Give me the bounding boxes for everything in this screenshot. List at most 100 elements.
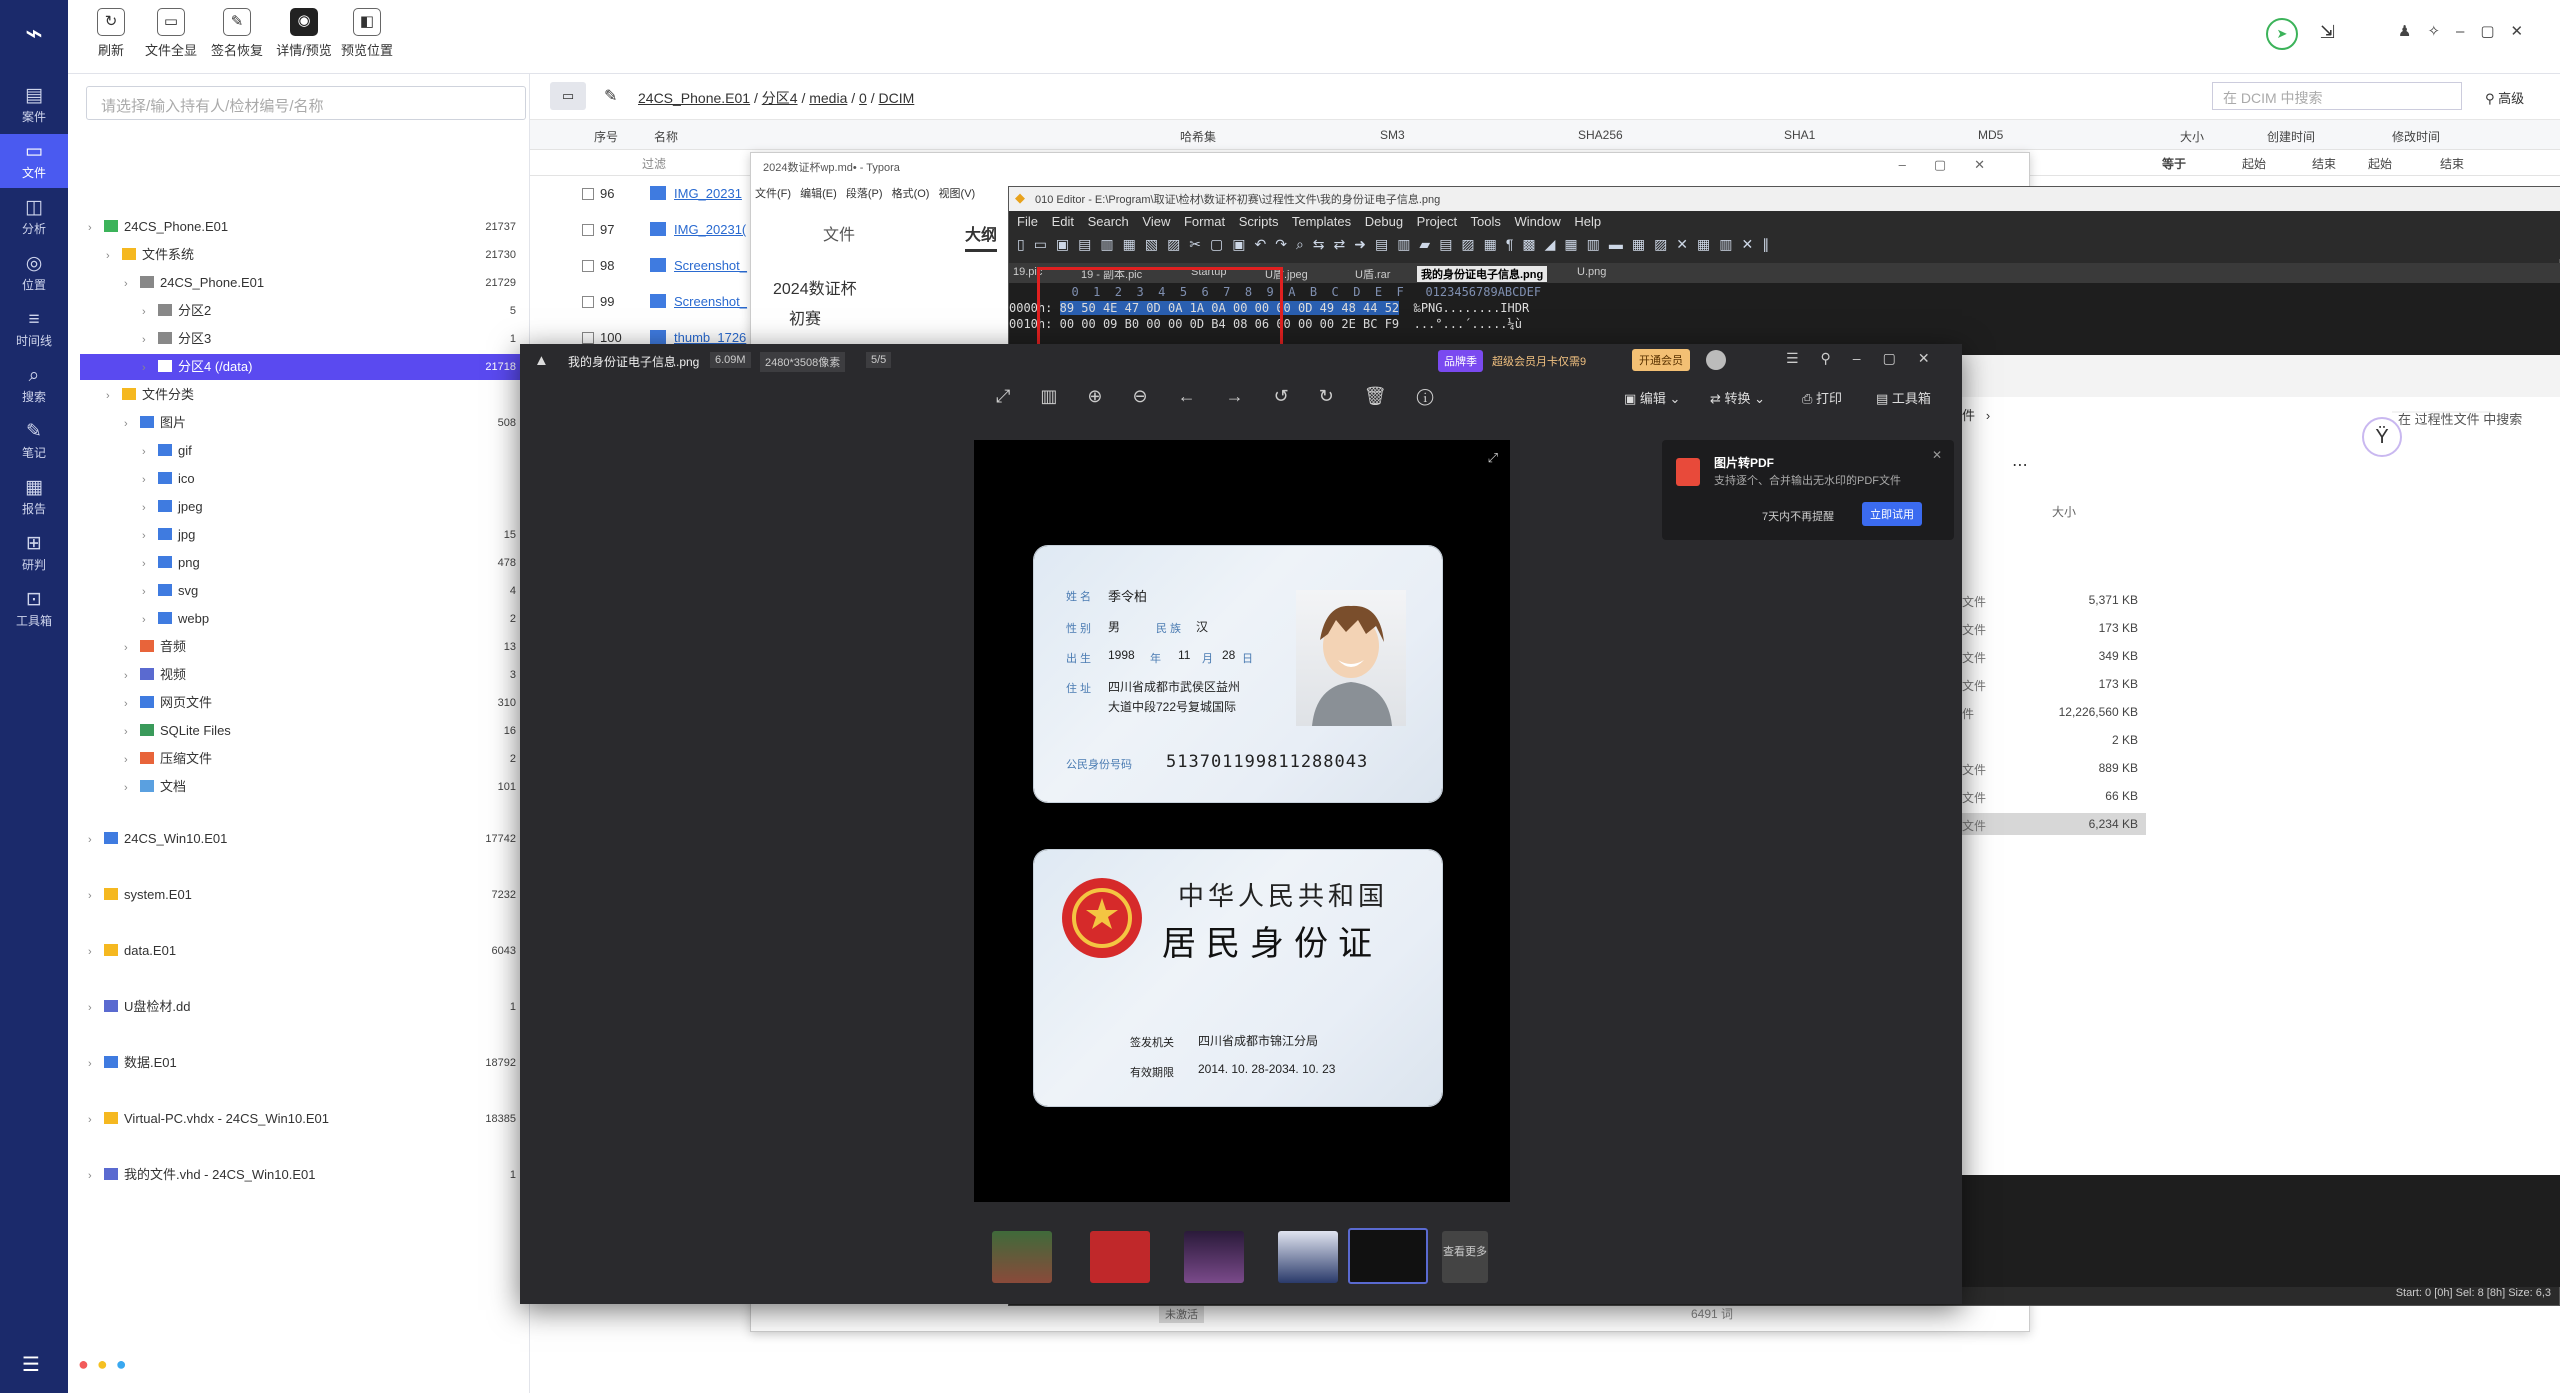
row-name[interactable]: Screenshot_ [674,258,747,273]
advanced-search-button[interactable]: ⚲ 高级 [2485,88,2524,107]
promo-text[interactable]: 超级会员月卡仅需9 [1492,353,1586,369]
evidence-root[interactable]: › system.E01 7232 [80,882,526,908]
export-icon[interactable]: ⇲ [2320,22,2335,43]
col-name[interactable]: 名称 [654,128,678,145]
crumb-0[interactable]: 24CS_Phone.E01 [638,90,750,106]
edit-icon[interactable]: ✎ [604,86,617,106]
chevron-icon[interactable]: › [124,411,140,437]
chevron-icon[interactable]: › [142,579,158,605]
col-created[interactable]: 创建时间 [2267,128,2315,145]
chevron-icon[interactable]: › [88,1051,104,1077]
holder-search-input[interactable]: 请选择/输入持有人/检材编号/名称 [86,86,526,120]
send-icon[interactable]: ➤ [2266,18,2298,50]
explorer-row[interactable]: 文件 349 KB [1962,645,2146,667]
nav-report[interactable]: ▦ 报告 [0,470,68,524]
nav-note[interactable]: ✎ 笔记 [0,414,68,468]
menu-item[interactable]: Tools [1471,214,1515,229]
chevron-icon[interactable]: › [142,355,158,381]
chevron-icon[interactable]: › [88,215,104,241]
nav-search[interactable]: ⌕ 搜索 [0,358,68,412]
chevron-icon[interactable]: › [142,439,158,465]
chevron-icon[interactable]: › [124,747,140,773]
menu-item[interactable]: Search [1088,214,1143,229]
tree-node[interactable]: › svg 4 [80,578,526,604]
nav-case[interactable]: ▤ 案件 [0,78,68,132]
chevron-icon[interactable]: › [142,495,158,521]
menu-item[interactable]: Edit [1052,214,1088,229]
row-checkbox[interactable] [582,332,594,344]
nav-toolbox[interactable]: ⊡ 工具箱 [0,582,68,636]
window-controls[interactable]: ♟✧–▢✕ [2398,22,2539,40]
row-checkbox[interactable] [582,224,594,236]
modified-end-input[interactable]: 结束 [2440,155,2464,172]
menu-item[interactable]: File [1017,214,1052,229]
thumbnail[interactable] [1090,1231,1150,1283]
explorer-row[interactable]: 文件 66 KB [1962,785,2146,807]
outline-item[interactable]: 2024数证杯 [773,275,857,299]
chevron-icon[interactable]: › [142,551,158,577]
chevron-icon[interactable]: › [124,719,140,745]
row-name[interactable]: thumb_1726 [674,330,746,345]
chevron-icon[interactable]: › [88,995,104,1021]
nav-location[interactable]: ◎ 位置 [0,246,68,300]
col-sha256[interactable]: SHA256 [1578,128,1623,142]
row-name[interactable]: Screenshot_ [674,294,747,309]
010-toolbar-icons[interactable]: ▯▭▣▤▥▦▧▨✂▢▣↶↷⌕⇆⇄➜▤▥▰▤▨▦¶▩◢▦▥▬▦▨✕▦▥✕∥ [1009,233,2560,259]
menu-item[interactable]: Debug [1365,214,1417,229]
chevron-icon[interactable]: › [142,299,158,325]
explorer-row[interactable]: 2 KB [1962,729,2146,751]
explorer-search-input[interactable]: 在 过程性文件 中搜索 [2398,409,2522,428]
row-checkbox[interactable] [582,296,594,308]
tree-node[interactable]: › 分区3 1 [80,326,526,352]
editor-tab[interactable]: U盾.rar [1355,266,1390,282]
explorer-row[interactable]: 文件 889 KB [1962,757,2146,779]
thumbnail[interactable] [992,1231,1052,1283]
crumb-4[interactable]: DCIM [879,90,915,106]
tree-node[interactable]: › 24CS_Phone.E01 21737 [80,214,526,240]
chevron-icon[interactable]: › [124,663,140,689]
tree-node[interactable]: › ico [80,466,526,492]
explorer-row[interactable]: 文件 173 KB [1962,673,2146,695]
menu-paragraph[interactable]: 段落(P) [846,188,883,200]
chevron-icon[interactable]: › [106,383,122,409]
viewer-tool-icons[interactable]: ⤢▥⊕⊖←→↺↻🗑ⓘ [996,386,1463,407]
chevron-icon[interactable]: › [124,691,140,717]
table-row[interactable]: 99 Screenshot_ [530,288,750,318]
tree-node[interactable]: › 压缩文件 2 [80,746,526,772]
created-start-input[interactable]: 起始 [2242,155,2266,172]
menu-item[interactable]: View [1142,214,1184,229]
thumbnail[interactable] [1184,1231,1244,1283]
convert-button[interactable]: ⇄ 转换 ⌄ [1710,388,1765,407]
explorer-nav[interactable]: 件 › [1962,405,1990,424]
menu-item[interactable]: Window [1514,214,1574,229]
tree-node[interactable]: › 分区2 5 [80,298,526,324]
menu-edit[interactable]: 编辑(E) [800,188,837,200]
assistant-icon[interactable]: Ÿ [2362,417,2402,457]
tree-node[interactable]: › 文档 101 [80,774,526,800]
nav-analysis[interactable]: ◫ 分析 [0,190,68,244]
nav-judge[interactable]: ⊞ 研判 [0,526,68,580]
menu-format[interactable]: 格式(O) [892,188,930,200]
evidence-root[interactable]: › 24CS_Win10.E01 17742 [80,826,526,852]
crumb-2[interactable]: media [809,90,847,106]
evidence-root[interactable]: › 数据.E01 18792 [80,1050,526,1076]
signature-restore-button[interactable]: ✎ 签名恢复 [206,8,268,68]
evidence-root[interactable]: › 我的文件.vhd - 24CS_Win10.E01 1 [80,1162,526,1188]
tree-node[interactable]: › SQLite Files 16 [80,718,526,744]
tree-node[interactable]: › 音频 13 [80,634,526,660]
modified-start-input[interactable]: 起始 [2368,155,2392,172]
chevron-icon[interactable]: › [142,523,158,549]
tree-node[interactable]: › webp 2 [80,606,526,632]
tree-node[interactable]: › 图片 508 [80,410,526,436]
nav-timeline[interactable]: ≡ 时间线 [0,302,68,356]
tree-node[interactable]: › gif [80,438,526,464]
menu-view[interactable]: 视图(V) [939,188,976,200]
typora-window-controls[interactable]: –▢✕ [1899,157,2013,173]
tree-node[interactable]: › 文件系统 21730 [80,242,526,268]
menu-item[interactable]: Help [1574,214,1601,229]
chevron-icon[interactable]: › [142,607,158,633]
refresh-button[interactable]: ↻ 刷新 [86,8,136,68]
chevron-icon[interactable]: › [124,635,140,661]
col-hashset[interactable]: 哈希集 [1180,128,1216,145]
viewer-window-controls[interactable]: ☰⚲–▢✕ [1786,350,1952,367]
